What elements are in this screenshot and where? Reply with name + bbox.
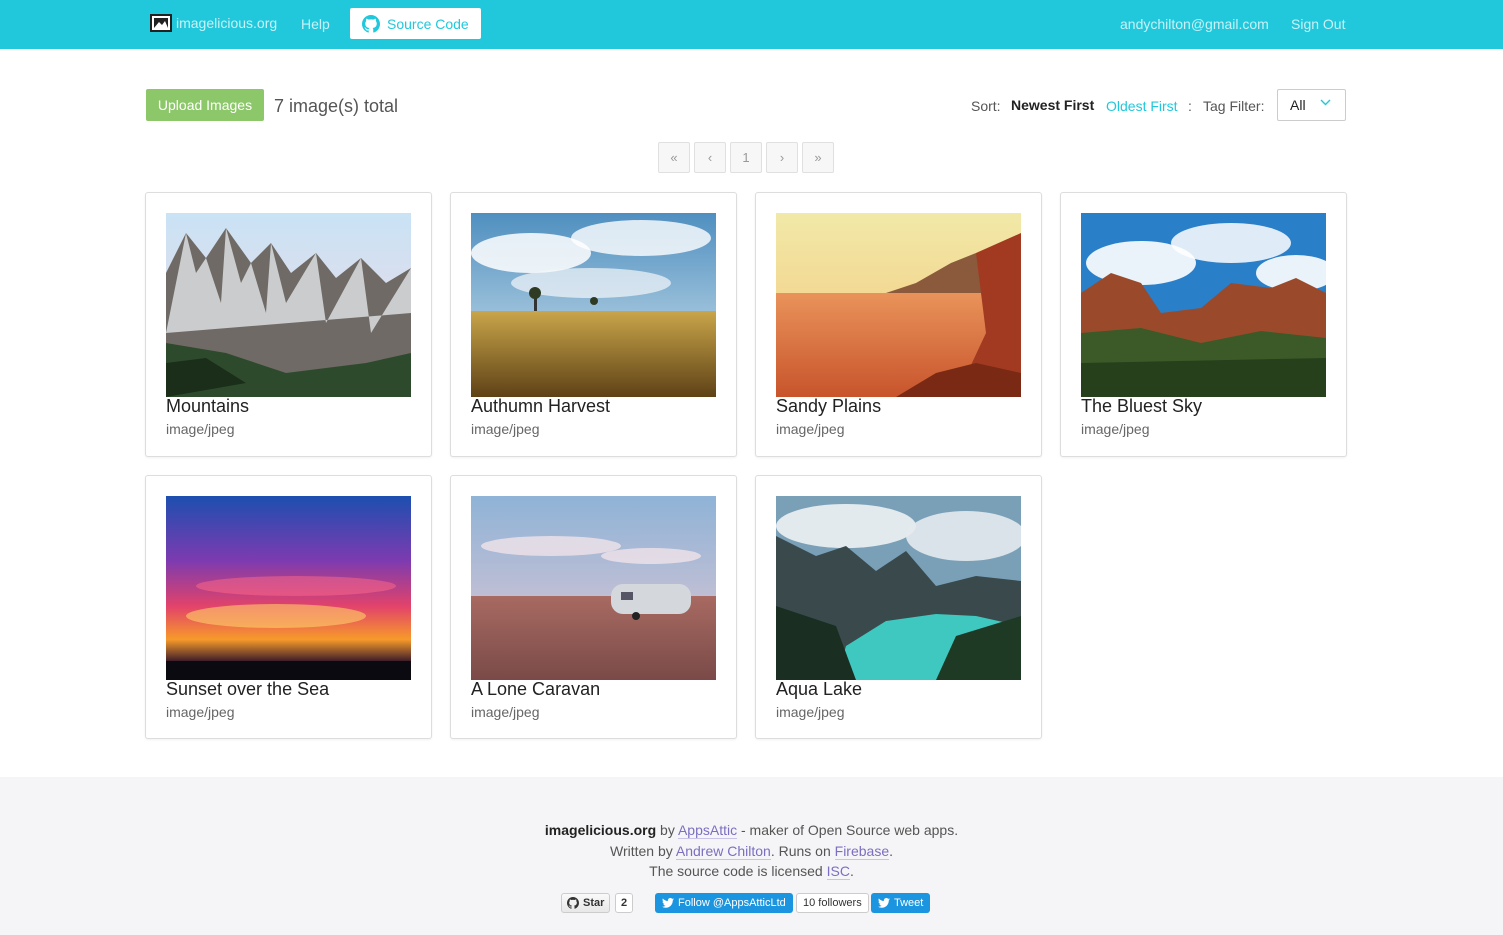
image-mime-type: image/jpeg [1081,421,1150,437]
image-title: Sunset over the Sea [166,679,330,699]
image-total-count: 7 image(s) total [274,96,399,116]
image-title: Mountains [166,396,250,416]
twitter-followers-count[interactable]: 10 followers [796,893,869,913]
footer: imagelicious.org by AppsAttic - maker of… [0,777,1503,935]
image-mime-type: image/jpeg [166,421,235,437]
image-title: Aqua Lake [776,679,863,699]
tag-filter-label: Tag Filter: [1203,98,1265,114]
sort-label: Sort: [971,98,1001,114]
source-code-button[interactable]: Source Code [350,8,481,39]
tag-filter-value: All [1290,97,1306,113]
page-current-button[interactable]: 1 [730,142,762,173]
image-thumbnail[interactable] [471,213,716,397]
image-mime-type: image/jpeg [471,704,540,720]
image-mime-type: image/jpeg [471,421,540,437]
sort-oldest-option[interactable]: Oldest First [1106,98,1178,114]
github-icon [567,897,579,909]
image-card[interactable]: Sandy Plains image/jpeg [755,192,1042,457]
sign-out-link[interactable]: Sign Out [1291,16,1345,32]
image-title: Sandy Plains [776,396,882,416]
picture-logo-icon [150,14,172,32]
image-title: Authumn Harvest [471,396,611,416]
image-title: A Lone Caravan [471,679,601,699]
isc-license-link[interactable]: ISC [826,863,850,880]
twitter-bird-icon [878,898,890,908]
image-card[interactable]: Authumn Harvest image/jpeg [450,192,737,457]
github-star-count[interactable]: 2 [615,893,634,913]
author-link[interactable]: Andrew Chilton [675,843,771,860]
page-last-button[interactable]: » [802,142,834,173]
source-code-label: Source Code [387,15,469,32]
page-first-button[interactable]: « [658,142,690,173]
image-card[interactable]: A Lone Caravan image/jpeg [450,475,737,739]
appsattic-link[interactable]: AppsAttic [677,822,738,839]
github-star-button[interactable]: Star [561,893,611,913]
image-title: The Bluest Sky [1081,396,1203,416]
user-email-link[interactable]: andychilton@gmail.com [1120,16,1269,32]
page-prev-button[interactable]: ‹ [694,142,726,173]
tag-filter-select[interactable]: All [1277,89,1346,121]
upload-images-button[interactable]: Upload Images [146,89,264,121]
image-card[interactable]: Mountains image/jpeg [145,192,432,457]
chevron-down-icon [1320,97,1331,111]
sort-newest-option[interactable]: Newest First [1011,97,1094,113]
footer-line-2: Written by Andrew Chilton. Runs on Fireb… [609,843,893,860]
image-thumbnail[interactable] [166,213,411,397]
footer-brand: imagelicious.org [544,822,657,838]
sort-separator: : [1188,98,1192,114]
image-thumbnail[interactable] [1081,213,1326,397]
image-mime-type: image/jpeg [776,421,845,437]
help-link[interactable]: Help [301,16,330,32]
twitter-bird-icon [662,898,674,908]
firebase-link[interactable]: Firebase [834,843,890,860]
image-card[interactable]: Aqua Lake image/jpeg [755,475,1042,739]
image-thumbnail[interactable] [776,213,1021,397]
footer-line-3: The source code is licensed ISC. [649,863,854,880]
image-thumbnail[interactable] [471,496,716,680]
image-mime-type: image/jpeg [166,704,235,720]
brand-link[interactable]: imagelicious.org [150,14,277,32]
pagination: « ‹ 1 › » [658,142,838,173]
navbar: imagelicious.org Help Source Code andych… [0,0,1503,49]
image-mime-type: image/jpeg [776,704,845,720]
image-thumbnail[interactable] [166,496,411,680]
page-next-button[interactable]: › [766,142,798,173]
footer-line-1: imagelicious.org by AppsAttic - maker of… [544,822,959,839]
tweet-button[interactable]: Tweet [871,893,931,913]
github-icon [362,14,380,33]
image-card[interactable]: Sunset over the Sea image/jpeg [145,475,432,739]
twitter-follow-button[interactable]: Follow @AppsAtticLtd [655,893,793,913]
brand-text: imagelicious.org [176,15,278,31]
image-card[interactable]: The Bluest Sky image/jpeg [1060,192,1347,457]
image-thumbnail[interactable] [776,496,1021,680]
